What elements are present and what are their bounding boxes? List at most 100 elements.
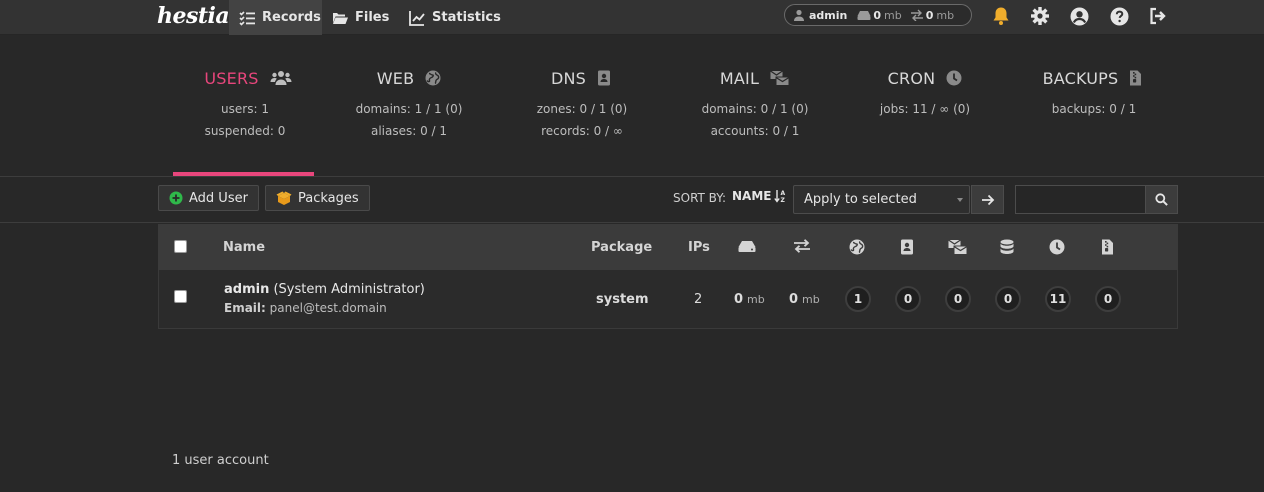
- user-circle-icon[interactable]: [1068, 5, 1090, 27]
- user-email: panel@test.domain: [269, 301, 387, 315]
- mail-domains-badge: 0: [945, 286, 971, 312]
- address-book-icon: [900, 239, 918, 255]
- user-disk-unit: mb: [884, 8, 902, 22]
- file-archive-icon: [1101, 239, 1119, 255]
- nav-files-label: Files: [355, 10, 390, 25]
- stat-mail-domains: domains: 0 / 1 (0): [701, 102, 809, 116]
- dns-zones-badge: 0: [895, 286, 921, 312]
- user-email-cell: Email: panel@test.domain: [224, 301, 387, 315]
- user-name: admin: [809, 8, 848, 22]
- stat-backups-count: backups: 0 / 1: [1051, 102, 1137, 116]
- search-input[interactable]: [1015, 185, 1146, 214]
- add-user-button[interactable]: Add User: [158, 185, 259, 211]
- stat-web[interactable]: WEB domains: 1 / 1 (0) aliases: 0 / 1: [337, 58, 481, 142]
- disk-cell: 0 mb: [734, 270, 765, 328]
- stat-web-title: WEB: [376, 68, 415, 88]
- disk-value: 0: [734, 291, 744, 307]
- address-book-icon: [597, 70, 613, 86]
- stat-mail[interactable]: MAIL domains: 0 / 1 (0) accounts: 0 / 1: [683, 58, 827, 142]
- hard-drive-icon: [857, 9, 871, 21]
- exchange-icon: [793, 239, 811, 255]
- column-name[interactable]: Name: [223, 224, 265, 270]
- stat-web-aliases: aliases: 0 / 1: [370, 124, 448, 138]
- mail-bulk-icon: [948, 239, 968, 255]
- nav-records-label: Records: [262, 10, 321, 25]
- user-bandwidth-unit: mb: [936, 8, 955, 22]
- folder-open-icon: [331, 9, 349, 27]
- divider: [0, 176, 1264, 177]
- bandwidth-cell: 0 mb: [789, 270, 820, 328]
- globe-icon: [849, 239, 867, 255]
- search-button[interactable]: [1145, 185, 1178, 214]
- sort-by-value: NAME: [732, 189, 772, 203]
- hestia-logo[interactable]: hestia: [157, 0, 230, 35]
- bandwidth-unit: mb: [802, 292, 820, 306]
- email-label: Email:: [224, 301, 266, 315]
- cron-jobs-badge: 11: [1045, 286, 1071, 312]
- column-ips[interactable]: IPs: [688, 224, 710, 270]
- search-icon: [1155, 193, 1168, 206]
- sort-by-toggle[interactable]: NAME AZ: [732, 189, 786, 203]
- file-archive-icon: [1129, 70, 1145, 86]
- stat-cron-title: CRON: [887, 68, 936, 88]
- stat-users[interactable]: USERS users: 1 suspended: 0: [173, 58, 317, 142]
- stat-backups-title: BACKUPS: [1042, 68, 1119, 88]
- database-icon: [1000, 239, 1018, 255]
- databases-badge: 0: [995, 286, 1021, 312]
- table-header: Name Package IPs: [158, 224, 1178, 270]
- list-check-icon: [238, 9, 256, 27]
- nav-statistics[interactable]: Statistics: [408, 0, 501, 35]
- bell-icon[interactable]: [990, 5, 1012, 27]
- column-package[interactable]: Package: [591, 224, 652, 270]
- table-row[interactable]: admin (System Administrator) Email: pane…: [158, 270, 1178, 329]
- nav-files[interactable]: Files: [331, 0, 389, 35]
- package-cell: system: [596, 291, 649, 307]
- stat-dns-records: records: 0 / ∞: [541, 124, 623, 138]
- exchange-icon: [910, 9, 923, 21]
- user-status-pill[interactable]: admin 0 mb 0 mb: [784, 4, 972, 26]
- logout-icon[interactable]: [1147, 5, 1169, 27]
- web-domains-badge: 1: [845, 286, 871, 312]
- svg-text:A: A: [781, 190, 786, 197]
- clock-icon: [946, 70, 962, 86]
- stat-backups[interactable]: BACKUPS backups: 0 / 1: [1022, 58, 1166, 120]
- disk-unit: mb: [747, 292, 765, 306]
- stat-users-title: USERS: [204, 68, 259, 88]
- select-all-checkbox[interactable]: [174, 240, 187, 253]
- box-open-icon: [276, 191, 292, 205]
- user-name-cell[interactable]: admin (System Administrator): [224, 282, 425, 297]
- row-checkbox[interactable]: [174, 290, 187, 303]
- sort-by-label: SORT BY:: [673, 191, 727, 205]
- nav-records[interactable]: Records: [229, 0, 322, 35]
- username-link[interactable]: admin: [224, 282, 269, 297]
- top-bar: hestia Records Files Statistics admin 0 …: [0, 0, 1264, 35]
- stat-dns-zones: zones: 0 / 1 (0): [536, 102, 628, 116]
- backups-badge: 0: [1095, 286, 1121, 312]
- stat-users-suspended: suspended: 0: [204, 124, 286, 138]
- packages-button[interactable]: Packages: [265, 185, 370, 211]
- ips-cell: 2: [694, 291, 703, 307]
- divider: [0, 222, 1264, 223]
- stat-cron[interactable]: CRON jobs: 11 / ∞ (0): [853, 58, 997, 120]
- mail-bulk-icon: [770, 70, 790, 86]
- stat-mail-accounts: accounts: 0 / 1: [710, 124, 800, 138]
- nav-statistics-label: Statistics: [432, 10, 501, 25]
- users-icon: [270, 70, 292, 86]
- stat-cron-jobs: jobs: 11 / ∞ (0): [879, 102, 971, 116]
- user-disk-value: 0: [873, 8, 882, 22]
- bulk-action-select[interactable]: Apply to selected: [793, 185, 970, 214]
- user-bandwidth-value: 0: [925, 8, 934, 22]
- sort-alpha-down-icon: AZ: [774, 189, 786, 203]
- globe-icon: [425, 70, 441, 86]
- help-icon[interactable]: [1108, 5, 1130, 27]
- stat-dns-title: DNS: [550, 68, 587, 88]
- user-icon: [793, 9, 805, 21]
- hard-drive-icon: [738, 239, 756, 255]
- stat-dns[interactable]: DNS zones: 0 / 1 (0) records: 0 / ∞: [510, 58, 654, 142]
- clock-icon: [1049, 239, 1067, 255]
- apply-bulk-action-button[interactable]: [971, 185, 1004, 214]
- stat-mail-title: MAIL: [719, 68, 760, 88]
- gear-icon[interactable]: [1029, 5, 1051, 27]
- plus-circle-icon: [169, 191, 183, 205]
- chevron-down-icon: [957, 198, 963, 202]
